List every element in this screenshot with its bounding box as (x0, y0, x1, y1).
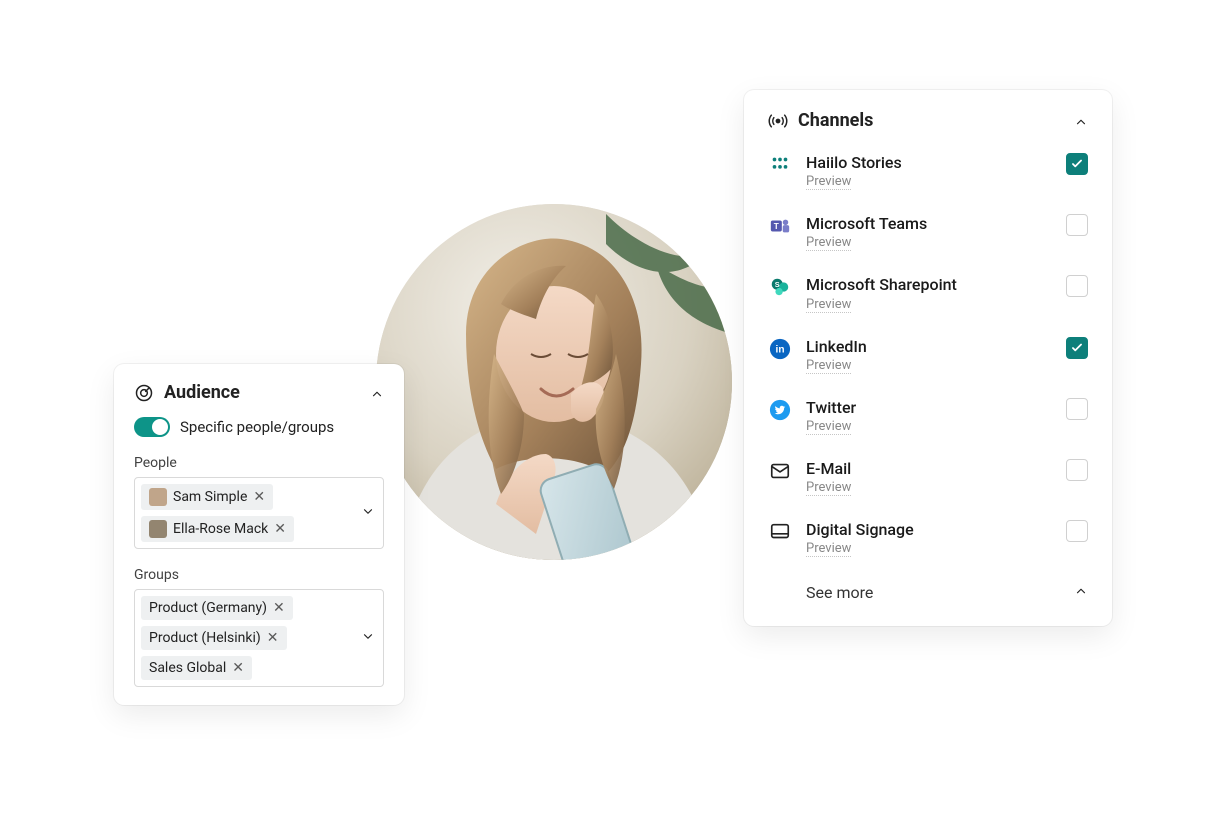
channel-checkbox[interactable] (1066, 214, 1088, 236)
groups-label: Groups (134, 567, 384, 583)
specific-people-toggle-row: Specific people/groups (134, 417, 384, 437)
group-chip: Product (Germany) ✕ (141, 596, 293, 620)
msteams-icon: T (768, 214, 792, 238)
sharepoint-icon: S (768, 275, 792, 299)
channel-name: Haiilo Stories (806, 153, 1056, 172)
preview-link[interactable]: Preview (806, 358, 851, 374)
group-chip: Product (Helsinki) ✕ (141, 626, 287, 650)
channel-row-twitter: Twitter Preview (768, 386, 1088, 447)
remove-icon[interactable]: ✕ (232, 661, 244, 675)
remove-icon[interactable]: ✕ (253, 490, 265, 504)
avatar (149, 520, 167, 538)
channel-row-haiilo: Haiilo Stories Preview (768, 141, 1088, 202)
people-input[interactable]: Sam Simple ✕ Ella-Rose Mack ✕ (134, 477, 384, 549)
specific-people-toggle[interactable] (134, 417, 170, 437)
preview-link[interactable]: Preview (806, 480, 851, 496)
channel-name: Digital Signage (806, 520, 1056, 539)
chip-label: Sam Simple (173, 489, 247, 505)
channel-row-sharepoint: S Microsoft Sharepoint Preview (768, 263, 1088, 324)
haiilo-icon (768, 153, 792, 177)
twitter-icon (768, 398, 792, 422)
groups-input[interactable]: Product (Germany) ✕ Product (Helsinki) ✕… (134, 589, 384, 687)
signage-icon (768, 520, 792, 544)
channel-checkbox[interactable] (1066, 337, 1088, 359)
broadcast-icon (768, 111, 788, 131)
person-chip: Ella-Rose Mack ✕ (141, 516, 294, 542)
chip-label: Sales Global (149, 660, 226, 676)
preview-link[interactable]: Preview (806, 419, 851, 435)
preview-link[interactable]: Preview (806, 174, 851, 190)
channel-list: Haiilo Stories Preview T Microsoft Teams… (768, 141, 1088, 616)
see-more-button[interactable]: See more (768, 569, 1088, 616)
audience-header[interactable]: Audience (134, 382, 384, 403)
group-chip: Sales Global ✕ (141, 656, 252, 680)
channel-checkbox[interactable] (1066, 398, 1088, 420)
channels-title: Channels (798, 110, 1064, 131)
channels-panel: Channels Haiilo Stories Preview T Micros… (744, 90, 1112, 626)
email-icon (768, 459, 792, 483)
channels-header[interactable]: Channels (768, 110, 1088, 131)
channel-row-linkedin: in LinkedIn Preview (768, 325, 1088, 386)
chip-label: Product (Germany) (149, 600, 267, 616)
svg-text:in: in (776, 344, 785, 355)
channel-name: E-Mail (806, 459, 1056, 478)
channel-checkbox[interactable] (1066, 520, 1088, 542)
chevron-down-icon[interactable] (361, 504, 375, 523)
channel-checkbox[interactable] (1066, 459, 1088, 481)
channel-checkbox[interactable] (1066, 275, 1088, 297)
channel-name: Microsoft Teams (806, 214, 1056, 233)
chevron-down-icon[interactable] (361, 629, 375, 648)
audience-panel: Audience Specific people/groups People S… (114, 364, 404, 705)
chevron-up-icon (1074, 114, 1088, 128)
preview-link[interactable]: Preview (806, 297, 851, 313)
person-chip: Sam Simple ✕ (141, 484, 273, 510)
channel-checkbox[interactable] (1066, 153, 1088, 175)
toggle-label: Specific people/groups (180, 418, 334, 436)
channel-name: Microsoft Sharepoint (806, 275, 1056, 294)
audience-icon (134, 383, 154, 403)
svg-text:S: S (775, 280, 780, 289)
channel-name: Twitter (806, 398, 1056, 417)
channel-row-email: E-Mail Preview (768, 447, 1088, 508)
preview-link[interactable]: Preview (806, 541, 851, 557)
people-label: People (134, 455, 384, 471)
remove-icon[interactable]: ✕ (274, 522, 286, 536)
linkedin-icon: in (768, 337, 792, 361)
chip-label: Product (Helsinki) (149, 630, 261, 646)
chevron-up-icon (1074, 583, 1088, 602)
see-more-label: See more (806, 583, 873, 602)
audience-title: Audience (164, 382, 360, 403)
avatar (149, 488, 167, 506)
channel-row-msteams: T Microsoft Teams Preview (768, 202, 1088, 263)
remove-icon[interactable]: ✕ (267, 631, 279, 645)
preview-link[interactable]: Preview (806, 235, 851, 251)
chevron-up-icon (370, 386, 384, 400)
remove-icon[interactable]: ✕ (273, 601, 285, 615)
channel-row-signage: Digital Signage Preview (768, 508, 1088, 569)
svg-text:T: T (774, 222, 779, 231)
chip-label: Ella-Rose Mack (173, 521, 268, 537)
channel-name: LinkedIn (806, 337, 1056, 356)
hero-portrait (376, 204, 732, 560)
